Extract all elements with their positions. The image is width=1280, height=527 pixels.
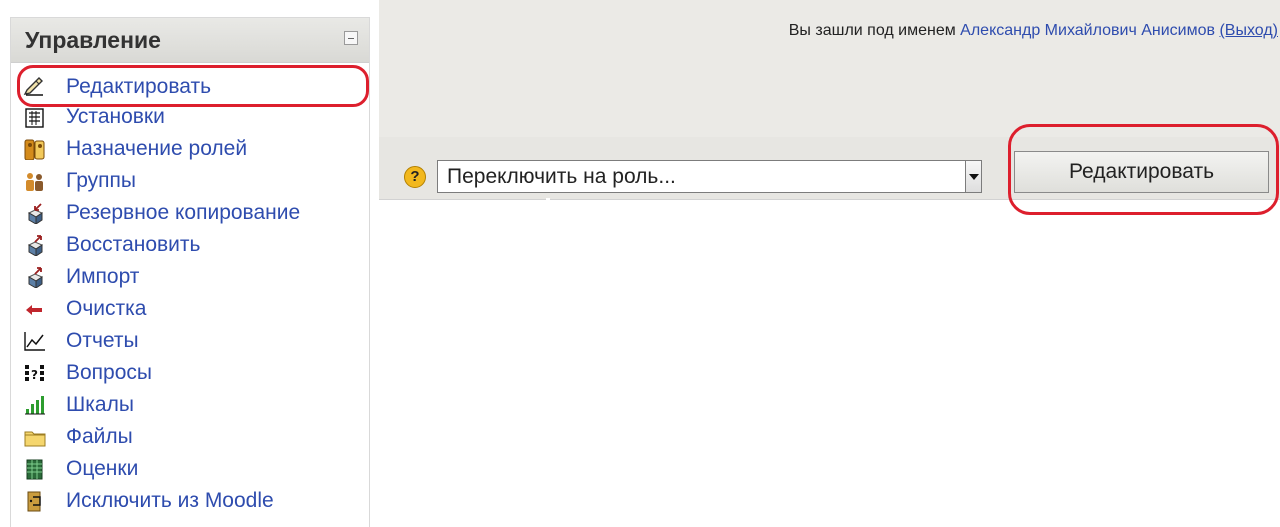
sidebar-item-files[interactable]: Файлы — [11, 421, 369, 453]
sidebar-item-restore[interactable]: Восстановить — [11, 229, 369, 261]
administration-title: Управление — [25, 27, 161, 53]
folder-icon — [24, 431, 46, 447]
grades-icon — [26, 459, 43, 480]
sidebar-item-label: Шкалы — [66, 393, 134, 416]
sidebar-item-label: Назначение ролей — [66, 137, 248, 160]
sidebar-item-groups[interactable]: Группы — [11, 165, 369, 197]
sidebar-item-scales[interactable]: Шкалы — [11, 389, 369, 421]
sidebar-item-roles[interactable]: Назначение ролей — [11, 133, 369, 165]
pen-icon — [23, 77, 43, 96]
user-profile-link[interactable]: Александр Михайлович Анисимов — [960, 22, 1215, 39]
sidebar-item-label: Очистка — [66, 297, 147, 320]
sidebar-item-label: Отчеты — [66, 329, 139, 352]
reset-icon — [26, 305, 42, 315]
sidebar-item-label: Редактировать — [66, 75, 212, 98]
questions-icon: ? — [25, 365, 44, 382]
edit-mode-button[interactable]: Редактировать — [1014, 151, 1269, 193]
scales-icon — [25, 396, 45, 415]
sidebar-item-questions[interactable]: ? Вопросы — [11, 357, 369, 389]
switch-role-selected: Переключить на роль... — [447, 165, 676, 188]
administration-menu: Редактировать Установки Назначение ролей — [11, 69, 369, 517]
import-icon — [27, 267, 44, 288]
login-info: Вы зашли под именем Александр Михайлович… — [789, 22, 1278, 40]
backup-icon — [27, 203, 44, 224]
sidebar-item-label: Оценки — [66, 457, 139, 480]
sidebar-item-label: Вопросы — [66, 361, 153, 384]
sidebar-item-backup[interactable]: Резервное копирование — [11, 197, 369, 229]
sidebar-item-label: Исключить из Moodle — [66, 489, 274, 512]
exit-icon — [27, 491, 41, 512]
sidebar-item-reset[interactable]: Очистка — [11, 293, 369, 325]
sidebar-item-unenrol[interactable]: Исключить из Moodle — [11, 485, 369, 517]
logout-link[interactable]: (Выход) — [1219, 22, 1278, 39]
course-navigation-bar: ? Переключить на роль... Редактировать — [379, 124, 1280, 215]
settings-icon — [25, 108, 44, 128]
page-header: Вы зашли под именем Александр Михайлович… — [379, 0, 1280, 138]
sidebar-item-grades[interactable]: Оценки — [11, 453, 369, 485]
chevron-down-icon[interactable] — [965, 161, 981, 192]
sidebar-item-settings[interactable]: Установки — [11, 101, 369, 133]
sidebar-item-label: Группы — [66, 169, 136, 192]
administration-block: Управление Редактировать Установки Назна… — [10, 17, 370, 527]
divider — [546, 198, 550, 200]
administration-header: Управление — [11, 18, 369, 63]
groups-icon — [26, 173, 43, 191]
help-icon[interactable]: ? — [404, 166, 426, 188]
sidebar-item-edit[interactable]: Редактировать — [11, 69, 369, 101]
sidebar-item-import[interactable]: Импорт — [11, 261, 369, 293]
collapse-icon[interactable] — [344, 31, 358, 45]
sidebar-item-reports[interactable]: Отчеты — [11, 325, 369, 357]
login-prefix: Вы зашли под именем — [788, 22, 961, 39]
roles-icon — [24, 139, 45, 160]
sidebar-item-label: Импорт — [66, 265, 140, 288]
sidebar-item-label: Резервное копирование — [66, 201, 301, 224]
sidebar-item-label: Установки — [66, 105, 165, 128]
reports-icon — [24, 332, 45, 351]
sidebar-item-label: Восстановить — [66, 233, 201, 256]
sidebar-item-label: Файлы — [66, 425, 133, 448]
switch-role-select[interactable]: Переключить на роль... — [437, 160, 982, 193]
restore-icon — [27, 235, 44, 256]
svg-text:?: ? — [31, 368, 38, 382]
